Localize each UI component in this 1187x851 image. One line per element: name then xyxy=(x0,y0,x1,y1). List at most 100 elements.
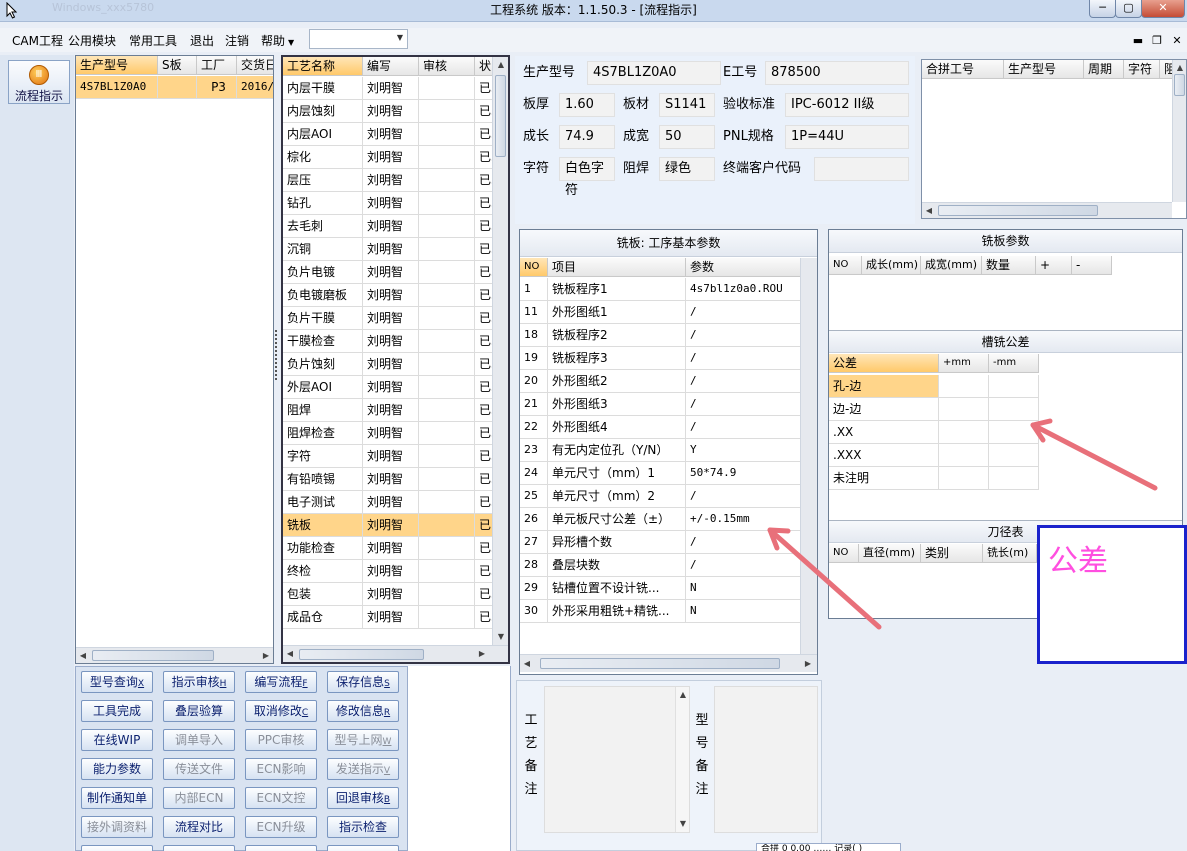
table-row[interactable]: 23 有无内定位孔（Y/N） Y xyxy=(520,439,800,462)
model-table-hscrollbar[interactable]: ◀ ▶ xyxy=(76,647,273,663)
reviewer-col-header[interactable]: 审核 xyxy=(419,57,475,76)
table-row[interactable]: 终检刘明智 已5 xyxy=(283,560,492,583)
info-value-field[interactable]: S1141 xyxy=(659,93,715,117)
factory-col-header[interactable]: 工厂 xyxy=(197,56,237,75)
info-value-field[interactable]: 74.9 xyxy=(559,125,615,149)
info-value-field[interactable]: 50 xyxy=(659,125,715,149)
menu-cam[interactable]: CAM工程 xyxy=(12,33,63,49)
table-row[interactable]: 29 钻槽位置不设计铣... N xyxy=(520,577,800,600)
table-row[interactable]: 孔-边 xyxy=(829,375,1039,398)
model-col-header[interactable]: 生产型号 xyxy=(76,56,158,75)
menu-combo-select[interactable]: ▼ xyxy=(309,29,408,49)
merge-model-col-header[interactable]: 生产型号 xyxy=(1004,60,1084,79)
function-button[interactable]: 编写流程F xyxy=(245,671,317,693)
function-button[interactable]: 保存信息S xyxy=(327,671,399,693)
scroll-right-icon[interactable]: ▶ xyxy=(801,656,815,672)
table-row[interactable]: 包装刘明智 已5 xyxy=(283,583,492,606)
status-tab[interactable]: 合拼 0 0.00 …… 记录( ) xyxy=(756,843,901,851)
function-button[interactable]: 工具完成 xyxy=(81,700,153,722)
function-button[interactable]: ECN升级 xyxy=(245,816,317,838)
info-value-field[interactable]: IPC-6012 II级 xyxy=(785,93,909,117)
plus-mm-cell[interactable] xyxy=(939,467,989,490)
table-row[interactable]: 棕化刘明智 已5 xyxy=(283,146,492,169)
sboard-col-header[interactable]: S板 xyxy=(158,56,197,75)
function-button[interactable]: 叠层验算 xyxy=(163,700,235,722)
table-row[interactable]: 去毛刺刘明智 已5 xyxy=(283,215,492,238)
tolerance-col-header[interactable]: 公差 xyxy=(829,354,939,373)
flow-indicator-button[interactable]: Ⅲ 流程指示 xyxy=(8,60,70,104)
menu-common-tools[interactable]: 常用工具 xyxy=(129,33,177,49)
plus-mm-cell[interactable] xyxy=(939,444,989,467)
table-row[interactable]: 负片干膜刘明智 已5 xyxy=(283,307,492,330)
table-row[interactable]: 成品仓刘明智 已5 xyxy=(283,606,492,629)
scroll-left-icon[interactable]: ◀ xyxy=(922,203,936,219)
scroll-right-icon[interactable]: ▶ xyxy=(259,648,273,664)
table-row[interactable]: 边-边 xyxy=(829,398,1039,421)
scroll-thumb[interactable] xyxy=(540,658,780,669)
table-row[interactable]: 负电镀磨板刘明智 已5 xyxy=(283,284,492,307)
table-row[interactable]: 27 异形槽个数 / xyxy=(520,531,800,554)
info-value-field[interactable]: 绿色 xyxy=(659,157,715,181)
splitter-handle[interactable] xyxy=(275,330,279,380)
table-row[interactable]: 字符刘明智 已5 xyxy=(283,445,492,468)
table-row[interactable]: 28 叠层块数 / xyxy=(520,554,800,577)
menu-logout[interactable]: 注销 xyxy=(225,33,249,49)
mill-width-col-header[interactable]: 成宽(mm) xyxy=(921,256,982,275)
function-button[interactable]: 流程对比 xyxy=(163,816,235,838)
plus-mm-cell[interactable] xyxy=(939,421,989,444)
merge-cycle-col-header[interactable]: 周期 xyxy=(1084,60,1124,79)
scroll-thumb[interactable] xyxy=(1174,74,1185,96)
function-button[interactable]: 型号查询X xyxy=(81,671,153,693)
table-row[interactable]: 18 铣板程序2/ xyxy=(520,324,800,347)
table-row[interactable]: 30 外形采用粗铣+精铣... N xyxy=(520,600,800,623)
merge-char-col-header[interactable]: 字符 xyxy=(1124,60,1160,79)
tool-no-col-header[interactable]: NO xyxy=(829,544,859,563)
table-row[interactable]: 1 铣板程序1 4s7bl1z0a0.ROU xyxy=(520,278,800,301)
mill-qty-col-header[interactable]: 数量 xyxy=(982,256,1036,275)
process-name-col-header[interactable]: 工艺名称 xyxy=(283,57,363,76)
scroll-up-icon[interactable]: ▲ xyxy=(676,687,690,703)
step-params-hscrollbar[interactable]: ◀ ▶ xyxy=(520,654,817,672)
mill-plus-col-header[interactable]: + xyxy=(1036,256,1072,275)
table-row[interactable]: 20 外形图纸2/ xyxy=(520,370,800,393)
minus-mm-cell[interactable] xyxy=(989,444,1039,467)
delivery-col-header[interactable]: 交货日 xyxy=(237,56,273,75)
table-row[interactable]: 21 外形图纸3/ xyxy=(520,393,800,416)
function-button-partial[interactable] xyxy=(327,845,399,851)
table-row[interactable]: 干膜检查刘明智 已5 xyxy=(283,330,492,353)
table-row[interactable]: 钻孔刘明智 已5 xyxy=(283,192,492,215)
status-col-header[interactable]: 状 xyxy=(475,57,492,76)
scroll-thumb[interactable] xyxy=(938,205,1098,216)
scroll-thumb[interactable] xyxy=(299,649,424,660)
scroll-thumb[interactable] xyxy=(495,75,506,157)
function-button[interactable]: 指示审核H xyxy=(163,671,235,693)
function-button[interactable]: PPC审核 xyxy=(245,729,317,751)
table-row[interactable]: 内层蚀刻刘明智 已5 xyxy=(283,100,492,123)
scroll-thumb[interactable] xyxy=(92,650,214,661)
table-row[interactable]: .XXX xyxy=(829,444,1039,467)
table-row[interactable]: 22 外形图纸4/ xyxy=(520,416,800,439)
table-row[interactable]: 内层干膜刘明智 已5 xyxy=(283,77,492,100)
item-col-header[interactable]: 项目 xyxy=(548,258,686,277)
tool-length-col-header[interactable]: 铣长(m) xyxy=(983,544,1037,563)
function-button[interactable]: 型号上网W xyxy=(327,729,399,751)
table-row[interactable]: 负片电镀刘明智 已5 xyxy=(283,261,492,284)
info-value-field[interactable]: 1P=44U xyxy=(785,125,909,149)
function-button[interactable]: 内部ECN xyxy=(163,787,235,809)
table-row[interactable]: 铣板 刘明智 已 xyxy=(283,514,492,537)
no-col-header[interactable]: NO xyxy=(520,258,548,277)
table-row[interactable]: 25 单元尺寸（mm）2/ xyxy=(520,485,800,508)
plus-mm-col-header[interactable]: +mm xyxy=(939,354,989,373)
writer-col-header[interactable]: 编写 xyxy=(363,57,419,76)
menu-public-module[interactable]: 公用模块 xyxy=(68,33,116,49)
table-row[interactable]: 内层AOI刘明智 已5 xyxy=(283,123,492,146)
function-button[interactable]: 接外调资料 xyxy=(81,816,153,838)
tool-type-col-header[interactable]: 类别 xyxy=(921,544,983,563)
function-button[interactable]: ECN文控 xyxy=(245,787,317,809)
function-button[interactable]: 能力参数 xyxy=(81,758,153,780)
mdi-close-icon[interactable]: ✕ xyxy=(1170,34,1184,48)
minus-mm-cell[interactable] xyxy=(989,398,1039,421)
function-button[interactable]: 取消修改C xyxy=(245,700,317,722)
table-row[interactable]: 层压刘明智 已5 xyxy=(283,169,492,192)
table-row[interactable]: 外层AOI刘明智 已5 xyxy=(283,376,492,399)
